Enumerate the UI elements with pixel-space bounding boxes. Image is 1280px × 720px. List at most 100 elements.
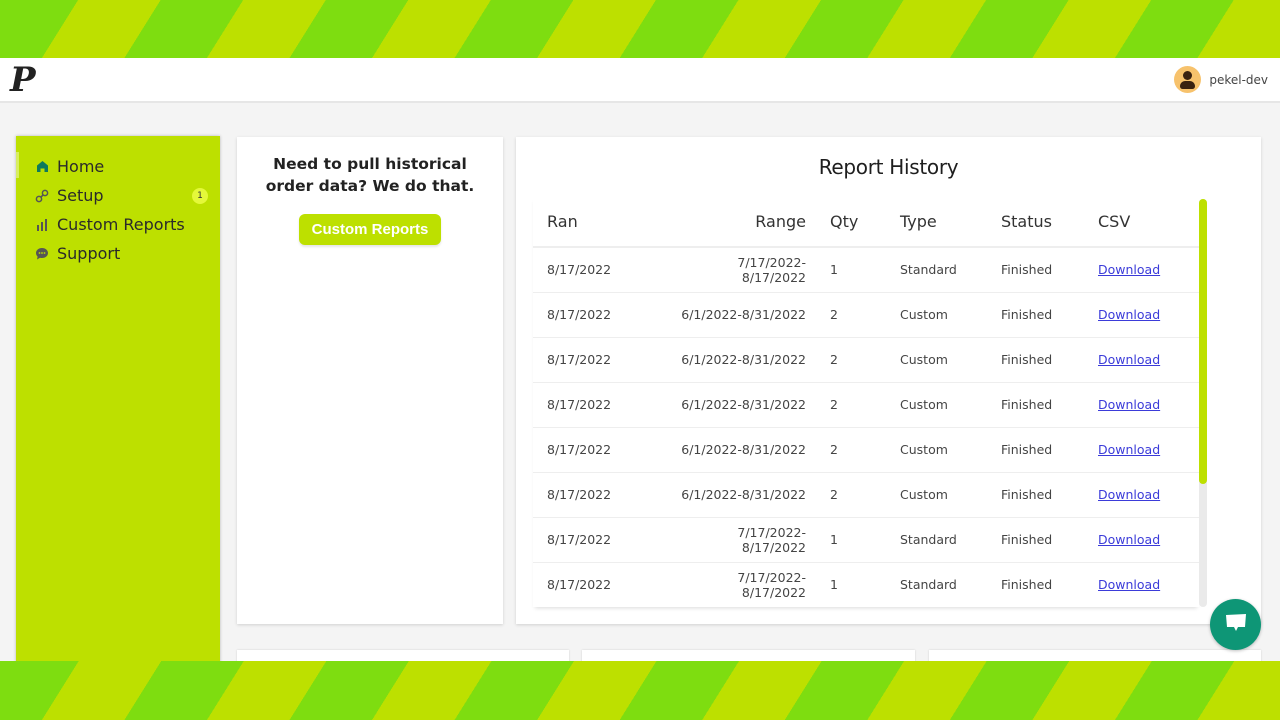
cell-qty: 1 — [816, 562, 886, 607]
cell-type: Custom — [886, 337, 987, 383]
scrollbar-thumb[interactable] — [1199, 199, 1207, 484]
cell-csv: Download — [1084, 472, 1199, 518]
cell-type: Standard — [886, 562, 987, 607]
cell-csv: Download — [1084, 427, 1199, 473]
sidebar-item-support[interactable]: Support — [16, 239, 220, 268]
cell-csv: Download — [1084, 292, 1199, 338]
column-header-ran: Ran — [533, 197, 661, 248]
cell-csv: Download — [1084, 517, 1199, 563]
column-header-status: Status — [987, 197, 1084, 248]
sidebar-item-label: Home — [57, 157, 105, 176]
column-header-range: Range — [661, 197, 816, 248]
cell-qty: 2 — [816, 337, 886, 383]
table-header-row: Ran Range Qty Type Status CSV — [533, 197, 1199, 248]
table-row: 8/17/2022 6/1/2022-8/31/2022 2 Custom Finish… — [533, 337, 1199, 383]
cell-csv: Download — [1084, 382, 1199, 428]
sidebar-item-home[interactable]: Home — [16, 152, 220, 181]
app-logo[interactable]: P — [10, 60, 36, 100]
cell-ran: 8/17/2022 — [533, 472, 661, 518]
sidebar-item-label: Support — [57, 244, 121, 263]
decorative-stripe-top — [0, 0, 1280, 58]
cell-qty: 2 — [816, 382, 886, 428]
decorative-stripe-bottom — [0, 661, 1280, 720]
home-icon — [35, 160, 49, 174]
cell-csv: Download — [1084, 247, 1199, 293]
cell-type: Standard — [886, 247, 987, 293]
sidebar-item-setup[interactable]: Setup 1 — [16, 181, 220, 210]
cell-status: Finished — [987, 517, 1084, 563]
download-link[interactable]: Download — [1098, 352, 1160, 367]
avatar-icon — [1174, 66, 1202, 93]
cell-ran: 8/17/2022 — [533, 382, 661, 428]
report-history-table: Ran Range Qty Type Status CSV 8/17/2022 7… — [533, 197, 1199, 607]
cell-status: Finished — [987, 562, 1084, 607]
cell-range: 6/1/2022-8/31/2022 — [661, 427, 816, 473]
download-link[interactable]: Download — [1098, 442, 1160, 457]
column-header-csv: CSV — [1084, 197, 1199, 248]
cell-qty: 1 — [816, 517, 886, 563]
link-icon — [35, 189, 49, 203]
chat-bubble-icon — [35, 247, 49, 261]
table-row: 8/17/2022 7/17/2022-8/17/2022 1 Standard Fin… — [533, 247, 1199, 293]
cell-ran: 8/17/2022 — [533, 427, 661, 473]
cell-status: Finished — [987, 337, 1084, 383]
cell-type: Custom — [886, 427, 987, 473]
table-row: 8/17/2022 6/1/2022-8/31/2022 2 Custom Finish… — [533, 472, 1199, 518]
column-header-qty: Qty — [816, 197, 886, 248]
bar-chart-icon — [35, 218, 49, 232]
cell-status: Finished — [987, 247, 1084, 293]
table-row: 8/17/2022 7/17/2022-8/17/2022 1 Standard Fin… — [533, 517, 1199, 563]
download-link[interactable]: Download — [1098, 487, 1160, 502]
cell-range: 6/1/2022-8/31/2022 — [661, 472, 816, 518]
cell-range: 7/17/2022-8/17/2022 — [661, 562, 816, 607]
custom-reports-button[interactable]: Custom Reports — [298, 214, 442, 245]
top-bar: P pekel-dev — [0, 58, 1280, 103]
live-chat-button[interactable] — [1210, 599, 1261, 650]
cell-qty: 2 — [816, 292, 886, 338]
download-link[interactable]: Download — [1098, 307, 1160, 322]
cell-ran: 8/17/2022 — [533, 292, 661, 338]
download-link[interactable]: Download — [1098, 262, 1160, 277]
cell-qty: 1 — [816, 247, 886, 293]
table-row: 8/17/2022 7/17/2022-8/17/2022 1 Standard Fin… — [533, 562, 1199, 607]
sidebar: Home Setup 1 Custom Reports Support — [16, 136, 220, 666]
username: pekel-dev — [1209, 72, 1268, 87]
cell-range: 6/1/2022-8/31/2022 — [661, 292, 816, 338]
cell-csv: Download — [1084, 562, 1199, 607]
cell-type: Standard — [886, 517, 987, 563]
report-history-table-container: Ran Range Qty Type Status CSV 8/17/2022 7… — [533, 197, 1199, 607]
column-header-type: Type — [886, 197, 987, 248]
promo-text: Need to pull historical order data? We d… — [265, 155, 475, 195]
cell-ran: 8/17/2022 — [533, 247, 661, 293]
sidebar-item-label: Setup — [57, 186, 104, 205]
cell-csv: Download — [1084, 337, 1199, 383]
cell-ran: 8/17/2022 — [533, 562, 661, 607]
report-history-card: Report History Ran Range Qty Type Status… — [516, 137, 1261, 624]
cell-range: 7/17/2022-8/17/2022 — [661, 517, 816, 563]
cell-type: Custom — [886, 382, 987, 428]
download-link[interactable]: Download — [1098, 532, 1160, 547]
chat-icon — [1224, 612, 1248, 638]
cell-status: Finished — [987, 427, 1084, 473]
table-scrollbar[interactable] — [1199, 199, 1207, 607]
table-row: 8/17/2022 6/1/2022-8/31/2022 2 Custom Finish… — [533, 382, 1199, 428]
table-row: 8/17/2022 6/1/2022-8/31/2022 2 Custom Finish… — [533, 292, 1199, 338]
cell-status: Finished — [987, 472, 1084, 518]
sidebar-item-label: Custom Reports — [57, 215, 185, 234]
cell-range: 6/1/2022-8/31/2022 — [661, 382, 816, 428]
cell-range: 7/17/2022-8/17/2022 — [661, 247, 816, 293]
cell-ran: 8/17/2022 — [533, 337, 661, 383]
cell-status: Finished — [987, 382, 1084, 428]
download-link[interactable]: Download — [1098, 397, 1160, 412]
user-menu[interactable]: pekel-dev — [1174, 66, 1268, 93]
cell-qty: 2 — [816, 472, 886, 518]
table-row: 8/17/2022 6/1/2022-8/31/2022 2 Custom Finish… — [533, 427, 1199, 473]
cell-status: Finished — [987, 292, 1084, 338]
download-link[interactable]: Download — [1098, 577, 1160, 592]
custom-reports-promo-card: Need to pull historical order data? We d… — [237, 137, 503, 624]
report-history-title: Report History — [818, 155, 959, 179]
cell-range: 6/1/2022-8/31/2022 — [661, 337, 816, 383]
cell-qty: 2 — [816, 427, 886, 473]
setup-badge: 1 — [192, 188, 208, 204]
sidebar-item-custom-reports[interactable]: Custom Reports — [16, 210, 220, 239]
